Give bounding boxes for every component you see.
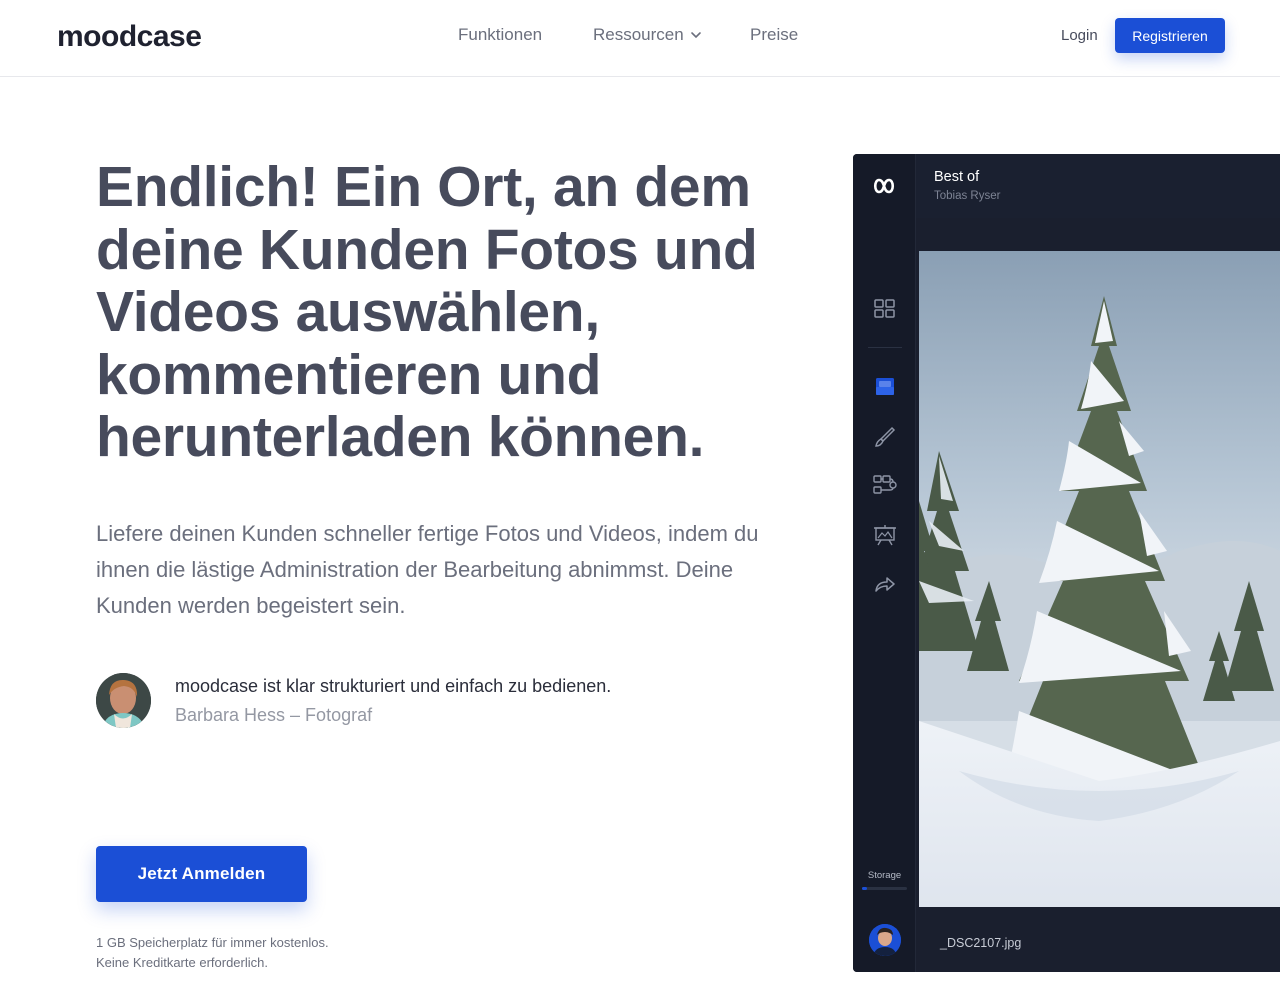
app-preview: Storage Best of Tobias Ryser _DSC2107.jp… bbox=[853, 154, 1280, 972]
chevron-down-icon bbox=[690, 32, 701, 39]
grid-icon[interactable] bbox=[872, 296, 898, 322]
presentation-icon[interactable] bbox=[872, 522, 898, 548]
nav-funktionen[interactable]: Funktionen bbox=[458, 25, 542, 45]
site-header: moodcase Funktionen Ressourcen Preise Lo… bbox=[0, 0, 1280, 77]
testimonial-avatar bbox=[96, 673, 151, 728]
album-owner: Tobias Ryser bbox=[934, 190, 1001, 202]
storage-bar-fill bbox=[862, 887, 867, 890]
signup-note-line-2: Keine Kreditkarte erforderlich. bbox=[96, 955, 268, 970]
infinity-logo-icon bbox=[873, 178, 895, 194]
testimonial-author: Barbara Hess – Fotograf bbox=[175, 705, 373, 725]
user-avatar[interactable] bbox=[869, 924, 901, 956]
share-icon[interactable] bbox=[872, 571, 898, 597]
workflow-icon[interactable] bbox=[872, 472, 898, 498]
photo-filename: _DSC2107.jpg bbox=[940, 936, 1022, 950]
nav-preise[interactable]: Preise bbox=[750, 25, 798, 45]
signup-note-line-1: 1 GB Speicherplatz für immer kostenlos. bbox=[96, 935, 329, 950]
logo[interactable]: moodcase bbox=[57, 20, 202, 54]
signup-cta-button[interactable]: Jetzt Anmelden bbox=[96, 846, 307, 902]
album-title: Best of bbox=[934, 169, 980, 185]
sidebar-divider bbox=[868, 347, 902, 348]
nav-ressourcen[interactable]: Ressourcen bbox=[593, 25, 702, 45]
app-sidebar: Storage bbox=[853, 154, 916, 972]
toolbar-strip bbox=[916, 218, 1280, 250]
album-header: Best of Tobias Ryser bbox=[916, 154, 1280, 218]
brush-icon[interactable] bbox=[872, 424, 898, 450]
storage-label: Storage bbox=[867, 870, 902, 881]
preview-photo[interactable] bbox=[919, 251, 1280, 907]
hero-headline: Endlich! Ein Ort, an dem deine Kunden Fo… bbox=[96, 155, 758, 469]
testimonial-quote: moodcase ist klar strukturiert und einfa… bbox=[175, 676, 612, 696]
login-link[interactable]: Login bbox=[1061, 27, 1098, 44]
hero-subheadline: Liefere deinen Kunden schneller fertige … bbox=[96, 521, 759, 618]
storage-bar bbox=[862, 887, 907, 890]
register-button[interactable]: Registrieren bbox=[1115, 18, 1225, 53]
inbox-icon[interactable] bbox=[872, 373, 898, 399]
nav-ressourcen-label: Ressourcen bbox=[593, 25, 684, 44]
signup-note: 1 GB Speicherplatz für immer kostenlos. … bbox=[96, 933, 329, 973]
